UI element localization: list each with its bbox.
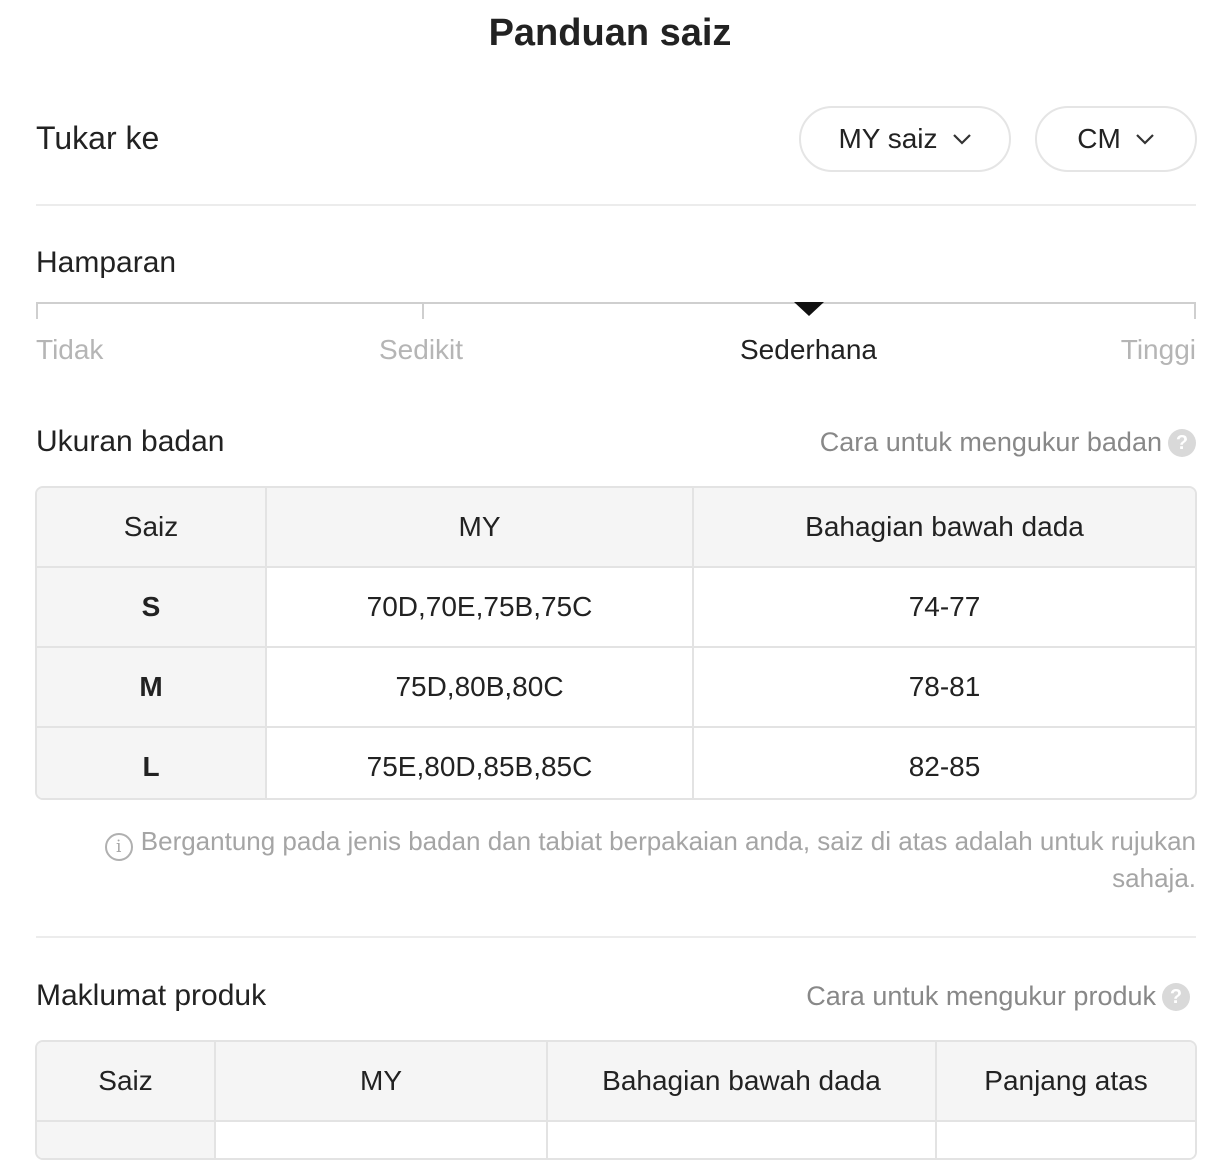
- question-icon: ?: [1162, 982, 1190, 1011]
- stretch-title: Hamparan: [36, 246, 177, 279]
- table-row: [37, 1121, 1195, 1158]
- body-size-table: Saiz MY Bahagian bawah dada S 70D,70E,75…: [35, 486, 1197, 800]
- table-cell: [547, 1121, 937, 1158]
- product-info-table: Saiz MY Bahagian bawah dada Panjang atas: [35, 1040, 1197, 1160]
- section-divider: [36, 936, 1196, 938]
- column-header: Bahagian bawah dada: [547, 1042, 937, 1122]
- size-cell: M: [37, 647, 267, 728]
- measure-product-link-label: Cara untuk mengukur produk: [806, 981, 1156, 1011]
- my-size-cell: 70D,70E,75B,75C: [266, 567, 694, 648]
- column-header: Panjang atas: [936, 1042, 1195, 1122]
- chevron-down-icon: [1135, 134, 1154, 145]
- table-row: M 75D,80B,80C 78-81: [37, 647, 1195, 728]
- page-title: Panduan saiz: [488, 12, 732, 54]
- underbust-cell: 78-81: [693, 647, 1195, 728]
- column-header: Saiz: [37, 488, 267, 568]
- product-info-title: Maklumat produk: [36, 979, 267, 1012]
- underbust-cell: 74-77: [693, 567, 1195, 648]
- question-icon: ?: [1168, 428, 1196, 457]
- stretch-scale: [36, 302, 1196, 320]
- my-size-cell: 75E,80D,85B,85C: [266, 727, 694, 798]
- table-row: S 70D,70E,75B,75C 74-77: [37, 567, 1195, 648]
- column-header: MY: [215, 1042, 548, 1122]
- stretch-marker-icon: [794, 302, 824, 316]
- column-header: Saiz: [37, 1042, 216, 1122]
- stretch-option-tidak: Tidak: [36, 334, 104, 365]
- column-header: MY: [266, 488, 694, 568]
- table-header-row: Saiz MY Bahagian bawah dada Panjang atas: [37, 1042, 1195, 1122]
- section-divider: [36, 204, 1196, 206]
- size-cell: L: [37, 727, 267, 798]
- underbust-cell: 82-85: [908, 751, 981, 782]
- my-size-cell: 75D,80B,80C: [266, 647, 694, 728]
- stretch-scale-tick: [1194, 302, 1196, 319]
- info-icon: i: [104, 833, 133, 861]
- measure-product-link[interactable]: Cara untuk mengukur produk ?: [806, 981, 1190, 1012]
- stretch-option-sedikit: Sedikit: [379, 334, 464, 365]
- table-cell: [37, 1121, 216, 1158]
- body-size-title: Ukuran badan: [36, 425, 225, 458]
- table-cell: [215, 1121, 548, 1158]
- measure-body-link-label: Cara untuk mengukur badan: [819, 427, 1162, 457]
- size-reference-note-text: Bergantung pada jenis badan dan tabiat b…: [140, 826, 1196, 893]
- table-header-row: Saiz MY Bahagian bawah dada: [37, 488, 1195, 568]
- unit-select[interactable]: CM: [1035, 106, 1197, 172]
- stretch-scale-line: [36, 302, 1196, 304]
- stretch-option-tinggi: Tinggi: [1120, 334, 1196, 365]
- chevron-down-icon: [952, 134, 971, 145]
- measure-body-link[interactable]: Cara untuk mengukur badan ?: [820, 427, 1196, 458]
- stretch-scale-tick: [422, 302, 424, 319]
- column-header: Bahagian bawah dada: [693, 488, 1195, 568]
- unit-select-label: CM: [1077, 123, 1121, 154]
- region-size-select-label: MY saiz: [838, 123, 938, 154]
- table-cell: [936, 1121, 1195, 1158]
- table-row: L 75E,80D,85B,85C 82-85: [37, 727, 1195, 798]
- switch-label: Tukar ke: [36, 120, 160, 156]
- size-cell: S: [37, 567, 267, 648]
- region-size-select[interactable]: MY saiz: [799, 106, 1011, 172]
- size-reference-note: i Bergantung pada jenis badan dan tabiat …: [60, 824, 1196, 895]
- stretch-scale-tick: [36, 302, 38, 319]
- stretch-option-sederhana: Sederhana: [740, 334, 878, 365]
